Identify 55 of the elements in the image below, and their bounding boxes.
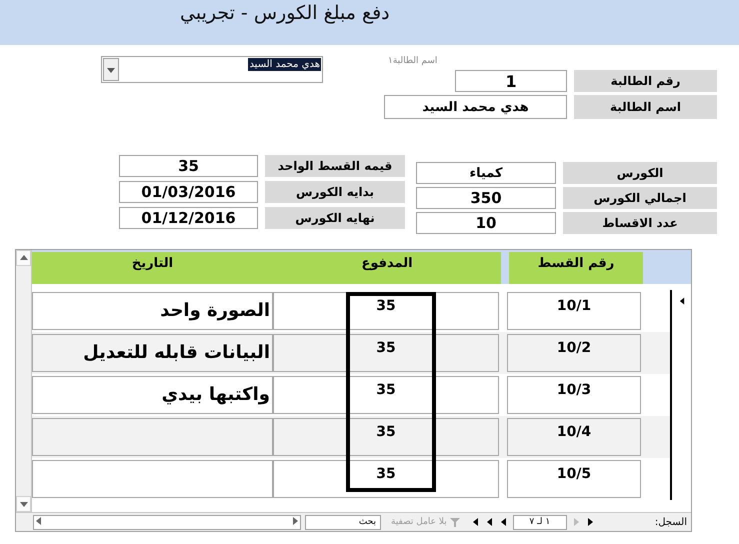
table-cell[interactable] [32, 460, 273, 498]
dropdown-label: اسم الطالبة١ [388, 56, 438, 67]
field-value[interactable]: 10 [416, 212, 556, 234]
table-cell[interactable]: 10/1 [507, 292, 641, 330]
field-label: رقم الطالبة [574, 70, 717, 92]
field-label: بدايه الكورس [265, 181, 405, 203]
field-value[interactable]: 35 [119, 155, 258, 177]
table-row[interactable]: 35 10/4 [32, 416, 691, 458]
table-cell[interactable]: 10/5 [507, 460, 641, 498]
record-label: السجل: [654, 516, 687, 528]
table-cell[interactable]: 35 [273, 460, 499, 498]
field-label: اجمالي الكورس [563, 187, 717, 209]
table-cell[interactable]: 35 [273, 376, 499, 414]
annotation-text: البيانات قابله للتعديل [83, 341, 270, 365]
field-value[interactable]: 01/03/2016 [119, 181, 258, 203]
table-cell[interactable]: واكتبها بيدي [32, 376, 273, 414]
scroll-up-icon[interactable] [18, 253, 28, 263]
form-title: دفع مبلغ الكورس - تجريبي [180, 1, 390, 26]
vertical-scrollbar[interactable] [16, 250, 32, 512]
table-cell[interactable]: 35 [273, 418, 499, 456]
table-cell[interactable]: الصورة واحد [32, 292, 273, 330]
new-record-icon[interactable] [470, 517, 481, 527]
table-cell[interactable]: البيانات قابله للتعديل [32, 334, 273, 372]
field-value[interactable]: هدي محمد السيد [384, 95, 567, 119]
record-number-field[interactable]: ١ لـ ٧ [512, 514, 567, 530]
next-record-icon[interactable] [498, 517, 509, 527]
field-value[interactable]: 1 [455, 70, 567, 92]
table-cell[interactable] [32, 418, 273, 456]
field-value[interactable]: 350 [416, 187, 556, 209]
scroll-left-icon[interactable] [34, 516, 44, 526]
field-label: اسم الطالبة [574, 95, 717, 119]
student-dropdown[interactable]: هدي محمد السيد [101, 56, 323, 83]
annotation-text: الصورة واحد [160, 299, 270, 323]
column-header[interactable]: التاريخ [32, 252, 273, 284]
scroll-down-icon[interactable] [18, 499, 28, 509]
annotation-text: واكتبها بيدي [162, 383, 270, 407]
last-record-icon[interactable] [484, 517, 495, 527]
field-label: الكورس [563, 162, 717, 184]
table-cell[interactable]: 35 [273, 334, 499, 372]
field-label: نهايه الكورس [265, 207, 405, 229]
field-value[interactable]: كمياء [416, 162, 556, 184]
dropdown-value: هدي محمد السيد [248, 58, 321, 71]
table-cell[interactable]: 10/4 [507, 418, 641, 456]
column-header[interactable]: رقم القسط [509, 252, 643, 284]
search-field[interactable]: بحث [305, 514, 381, 530]
table-cell[interactable]: 10/2 [507, 334, 641, 372]
table-cell[interactable]: 35 [273, 292, 499, 330]
horizontal-scrollbar[interactable] [33, 514, 301, 530]
filter-icon [448, 516, 461, 528]
scroll-right-icon[interactable] [290, 516, 300, 526]
table-cell[interactable]: 10/3 [507, 376, 641, 414]
field-label: عدد الاقساط [563, 212, 717, 234]
column-header[interactable]: المدفوع [273, 252, 501, 284]
field-value[interactable]: 01/12/2016 [119, 207, 258, 229]
field-label: قيمه القسط الواحد [265, 155, 405, 177]
